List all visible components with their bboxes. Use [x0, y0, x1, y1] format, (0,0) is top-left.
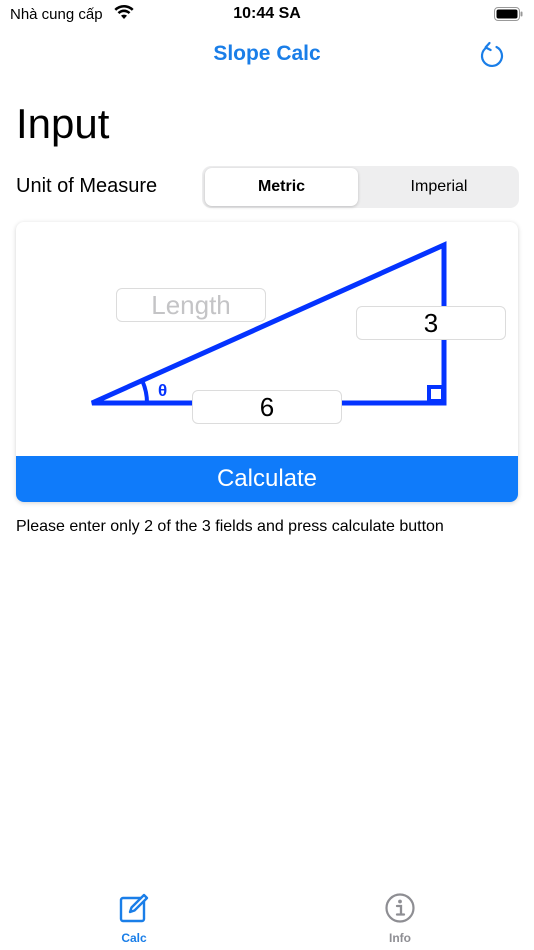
tab-bar: Calc Info [0, 880, 534, 950]
slope-card: θ Calculate [16, 222, 518, 502]
unit-of-measure-label: Unit of Measure [16, 175, 158, 197]
refresh-icon[interactable] [478, 38, 508, 70]
tab-calc[interactable]: Calc [74, 892, 194, 945]
angle-arc [140, 379, 149, 404]
tab-info-label: Info [389, 931, 411, 945]
segment-metric[interactable]: Metric [205, 168, 358, 206]
segment-imperial[interactable]: Imperial [362, 168, 516, 206]
nav-title: Slope Calc [213, 42, 321, 65]
status-bar: Nhà cung cấp 10:44 SA [0, 0, 534, 30]
angle-symbol: θ [158, 381, 167, 400]
tab-info[interactable]: Info [340, 892, 460, 945]
run-input[interactable] [192, 390, 342, 424]
battery-icon [494, 7, 523, 21]
calculate-button[interactable]: Calculate [16, 456, 518, 502]
length-input[interactable] [116, 288, 266, 322]
page-title: Input [16, 100, 110, 147]
height-input[interactable] [356, 306, 506, 340]
right-angle-marker [427, 385, 445, 403]
tab-calc-label: Calc [121, 931, 147, 945]
edit-icon [119, 893, 149, 923]
unit-segmented-control: Metric Imperial [202, 166, 519, 208]
instruction-text: Please enter only 2 of the 3 fields and … [16, 518, 444, 535]
status-time: 10:44 SA [233, 5, 301, 22]
info-icon [385, 893, 415, 923]
